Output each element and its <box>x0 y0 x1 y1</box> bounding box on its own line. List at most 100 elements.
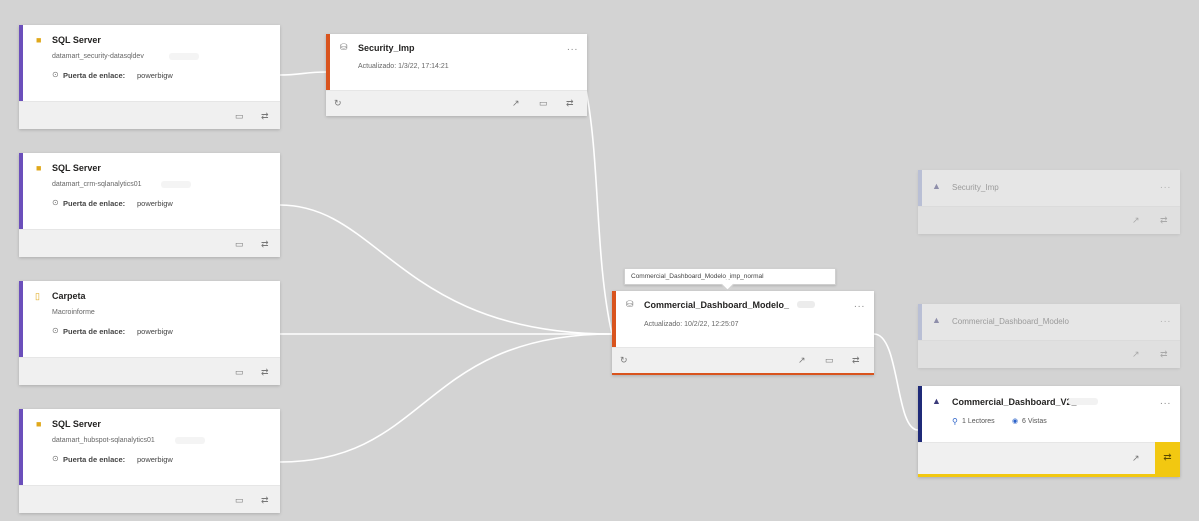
show-impact-icon[interactable]: ▭ <box>235 112 244 121</box>
show-impact-icon[interactable]: ▭ <box>235 496 244 505</box>
report-card-security-imp[interactable]: ▲ Security_Imp ... ↗ ⇄ <box>918 170 1180 234</box>
gateway-icon: ⊙ <box>52 198 59 207</box>
dataset-card-security-imp[interactable]: ⛁ Security_Imp ... Actualizado: 1/3/22, … <box>326 34 587 116</box>
dataset-updated: Actualizado: 1/3/22, 17:14:21 <box>358 63 449 70</box>
gateway-icon: ⊙ <box>52 326 59 335</box>
card-footer: ↗ ⇄ <box>918 206 1180 234</box>
lineage-button-active[interactable]: ⇄ <box>1155 442 1180 474</box>
report-icon: ▲ <box>932 396 941 406</box>
more-options-button[interactable]: ... <box>1160 396 1171 407</box>
more-options-button[interactable]: ... <box>567 42 578 53</box>
card-footer: ↻ ↗ ▭ ⇄ <box>612 347 874 373</box>
dataset-type-bar <box>612 291 616 349</box>
report-name: Commercial_Dashboard_Modelo <box>952 317 1069 326</box>
report-type-bar <box>918 170 922 206</box>
card-footer: ▭ ⇄ <box>19 101 280 129</box>
card-footer: ▭ ⇄ <box>19 485 280 513</box>
show-impact-icon[interactable]: ▭ <box>825 356 834 365</box>
dataset-icon: ⛁ <box>626 299 634 309</box>
report-icon: ▲ <box>932 181 941 191</box>
redacted-area <box>1101 317 1117 324</box>
card-footer: ▭ ⇄ <box>19 229 280 257</box>
gateway-icon: ⊙ <box>52 454 59 463</box>
card-footer: ▭ ⇄ <box>19 357 280 385</box>
open-icon[interactable]: ↗ <box>1132 216 1140 225</box>
report-card-commercial-dashboard-v2[interactable]: ▲ Commercial_Dashboard_V2_ ... ⚲ 1 Lecto… <box>918 386 1180 477</box>
gateway-value: powerbigw <box>137 199 173 208</box>
report-readers: 1 Lectores <box>962 418 995 425</box>
card-footer: ↗ <box>918 442 1180 474</box>
open-icon[interactable]: ↗ <box>512 99 520 108</box>
dataset-name: Security_Imp <box>358 43 415 53</box>
link-source2-dataset2 <box>279 204 613 335</box>
eye-icon: ◉ <box>1012 418 1019 425</box>
dataset-type-bar <box>326 34 330 90</box>
dataset-tooltip: Commercial_Dashboard_Modelo_imp_normal <box>624 268 836 285</box>
source-card-4[interactable]: ■ SQL Server datamart_hubspot-sqlanalyti… <box>19 409 280 513</box>
card-footer: ↻ ↗ ▭ ⇄ <box>326 90 587 116</box>
redacted-area <box>161 181 191 188</box>
link-dataset2-report3 <box>873 333 919 431</box>
lineage-icon[interactable]: ⇄ <box>261 240 269 249</box>
gateway-label: Puerta de enlace: <box>63 199 126 208</box>
source-type: SQL Server <box>52 35 101 45</box>
gateway-value: powerbigw <box>137 455 173 464</box>
source-name: datamart_security-datasqldev <box>52 53 144 60</box>
lineage-icon[interactable]: ⇄ <box>852 356 860 365</box>
link-dataset1-dataset2 <box>585 89 613 335</box>
report-name: Commercial_Dashboard_V2_ <box>952 397 1077 407</box>
card-footer: ↗ ⇄ <box>918 340 1180 368</box>
refresh-icon[interactable]: ↻ <box>620 356 628 365</box>
dataset-icon: ⛁ <box>340 42 348 52</box>
lineage-icon[interactable]: ⇄ <box>1160 216 1168 225</box>
redacted-area <box>169 53 199 60</box>
database-icon: ■ <box>36 419 42 429</box>
lineage-canvas[interactable]: ■ SQL Server datamart_security-datasqlde… <box>0 0 1199 521</box>
gateway-label: Puerta de enlace: <box>63 327 126 336</box>
database-icon: ■ <box>36 35 42 45</box>
dataset-card-commercial-dashboard-modelo[interactable]: ⛁ Commercial_Dashboard_Modelo_ ... Actua… <box>612 291 874 375</box>
link-source4-dataset2 <box>279 333 613 463</box>
report-type-bar <box>918 304 922 340</box>
dataset-updated: Actualizado: 10/2/22, 12:25:07 <box>644 321 739 328</box>
lineage-icon[interactable]: ⇄ <box>1160 350 1168 359</box>
folder-icon: ▯ <box>35 291 40 301</box>
source-name: Macroinforme <box>52 309 95 316</box>
source-card-2[interactable]: ■ SQL Server datamart_crm-sqlanalytics01… <box>19 153 280 257</box>
gateway-value: powerbigw <box>137 71 173 80</box>
source-type: SQL Server <box>52 419 101 429</box>
redacted-area <box>175 437 205 444</box>
show-impact-icon[interactable]: ▭ <box>235 240 244 249</box>
report-views: 6 Vistas <box>1022 418 1047 425</box>
more-options-button[interactable]: ... <box>1160 180 1171 191</box>
person-icon: ⚲ <box>952 417 958 426</box>
lineage-icon[interactable]: ⇄ <box>261 368 269 377</box>
redacted-area <box>797 301 815 308</box>
gateway-value: powerbigw <box>137 327 173 336</box>
report-name: Security_Imp <box>952 183 999 192</box>
open-icon[interactable]: ↗ <box>798 356 806 365</box>
show-impact-icon[interactable]: ▭ <box>235 368 244 377</box>
source-card-1[interactable]: ■ SQL Server datamart_security-datasqlde… <box>19 25 280 129</box>
report-type-bar <box>918 386 922 444</box>
report-icon: ▲ <box>932 315 941 325</box>
source-name: datamart_hubspot-sqlanalytics01 <box>52 437 155 444</box>
source-name: datamart_crm-sqlanalytics01 <box>52 181 142 188</box>
link-source1-dataset1 <box>279 71 327 76</box>
report-card-commercial-dashboard-modelo[interactable]: ▲ Commercial_Dashboard_Modelo ... ↗ ⇄ <box>918 304 1180 368</box>
refresh-icon[interactable]: ↻ <box>334 99 342 108</box>
source-type: Carpeta <box>52 291 86 301</box>
source-card-3[interactable]: ▯ Carpeta Macroinforme ⊙ Puerta de enlac… <box>19 281 280 385</box>
gateway-label: Puerta de enlace: <box>63 71 126 80</box>
more-options-button[interactable]: ... <box>854 299 865 310</box>
source-type: SQL Server <box>52 163 101 173</box>
gateway-label: Puerta de enlace: <box>63 455 126 464</box>
lineage-icon[interactable]: ⇄ <box>566 99 574 108</box>
lineage-icon[interactable]: ⇄ <box>261 112 269 121</box>
open-icon[interactable]: ↗ <box>1132 454 1140 463</box>
lineage-icon[interactable]: ⇄ <box>261 496 269 505</box>
show-impact-icon[interactable]: ▭ <box>539 99 548 108</box>
open-icon[interactable]: ↗ <box>1132 350 1140 359</box>
more-options-button[interactable]: ... <box>1160 314 1171 325</box>
lineage-icon: ⇄ <box>1163 452 1172 463</box>
